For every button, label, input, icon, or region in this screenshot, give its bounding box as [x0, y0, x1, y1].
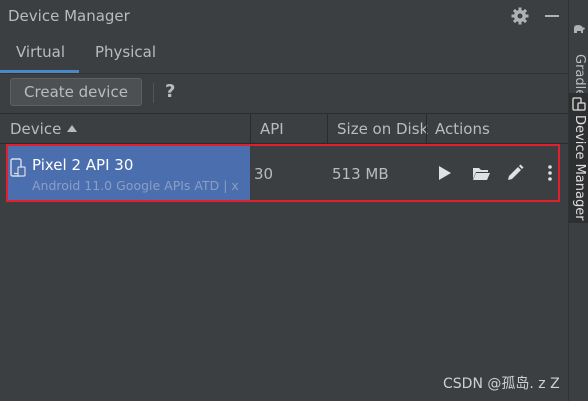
column-header-device-label: Device	[10, 120, 62, 138]
help-button[interactable]: ?	[165, 81, 175, 102]
column-header-device[interactable]: Device	[10, 120, 78, 138]
size-on-disk: 513 MB	[332, 165, 389, 183]
table-row[interactable]: Pixel 2 API 30 Android 11.0 Google APIs …	[6, 144, 560, 202]
toolbar: Create device ?	[0, 73, 568, 113]
device-manager-tab-label: Device Manager	[572, 115, 587, 221]
toolbar-divider	[153, 83, 154, 103]
watermark: CSDN @孤岛. z Z	[443, 376, 560, 392]
phone-device-icon	[10, 158, 26, 177]
tab-physical[interactable]: Physical	[95, 43, 156, 61]
gradle-tool-tab[interactable]: Gradle	[569, 22, 588, 102]
create-device-button[interactable]: Create device	[10, 78, 142, 106]
folder-icon[interactable]	[471, 163, 491, 183]
minimize-icon[interactable]	[545, 15, 559, 17]
panel-header: Device Manager	[0, 0, 568, 33]
column-header-actions: Actions	[435, 120, 490, 138]
tab-virtual[interactable]: Virtual	[16, 43, 65, 61]
device-manager-panel: Device Manager Virtual Physical Create d…	[0, 0, 568, 401]
play-icon[interactable]	[434, 163, 454, 183]
device-manager-tool-tab[interactable]: Device Manager	[569, 93, 588, 223]
column-header-size[interactable]: Size on Disk	[337, 120, 428, 138]
gradle-elephant-icon	[574, 25, 585, 33]
gradle-tab-label: Gradle	[572, 54, 587, 98]
sort-ascending-icon	[67, 125, 78, 132]
device-manager-icon	[572, 97, 586, 111]
column-divider[interactable]	[426, 114, 427, 143]
edit-icon[interactable]	[505, 163, 525, 183]
right-tool-window-bar: Gradle Device Manager	[568, 0, 588, 401]
more-icon[interactable]	[540, 163, 560, 183]
device-name: Pixel 2 API 30	[32, 156, 134, 174]
panel-title: Device Manager	[8, 7, 130, 25]
column-divider[interactable]	[250, 114, 251, 143]
api-level: 30	[254, 165, 274, 183]
tab-bar: Virtual Physical	[0, 33, 568, 74]
device-subtitle: Android 11.0 Google APIs ATD | x	[32, 178, 239, 193]
gear-icon[interactable]	[510, 6, 530, 26]
device-cell[interactable]: Pixel 2 API 30 Android 11.0 Google APIs …	[8, 146, 250, 200]
column-header-api[interactable]: API	[260, 120, 284, 138]
column-divider[interactable]	[327, 114, 328, 143]
table-header: Device API Size on Disk Actions	[0, 113, 568, 144]
